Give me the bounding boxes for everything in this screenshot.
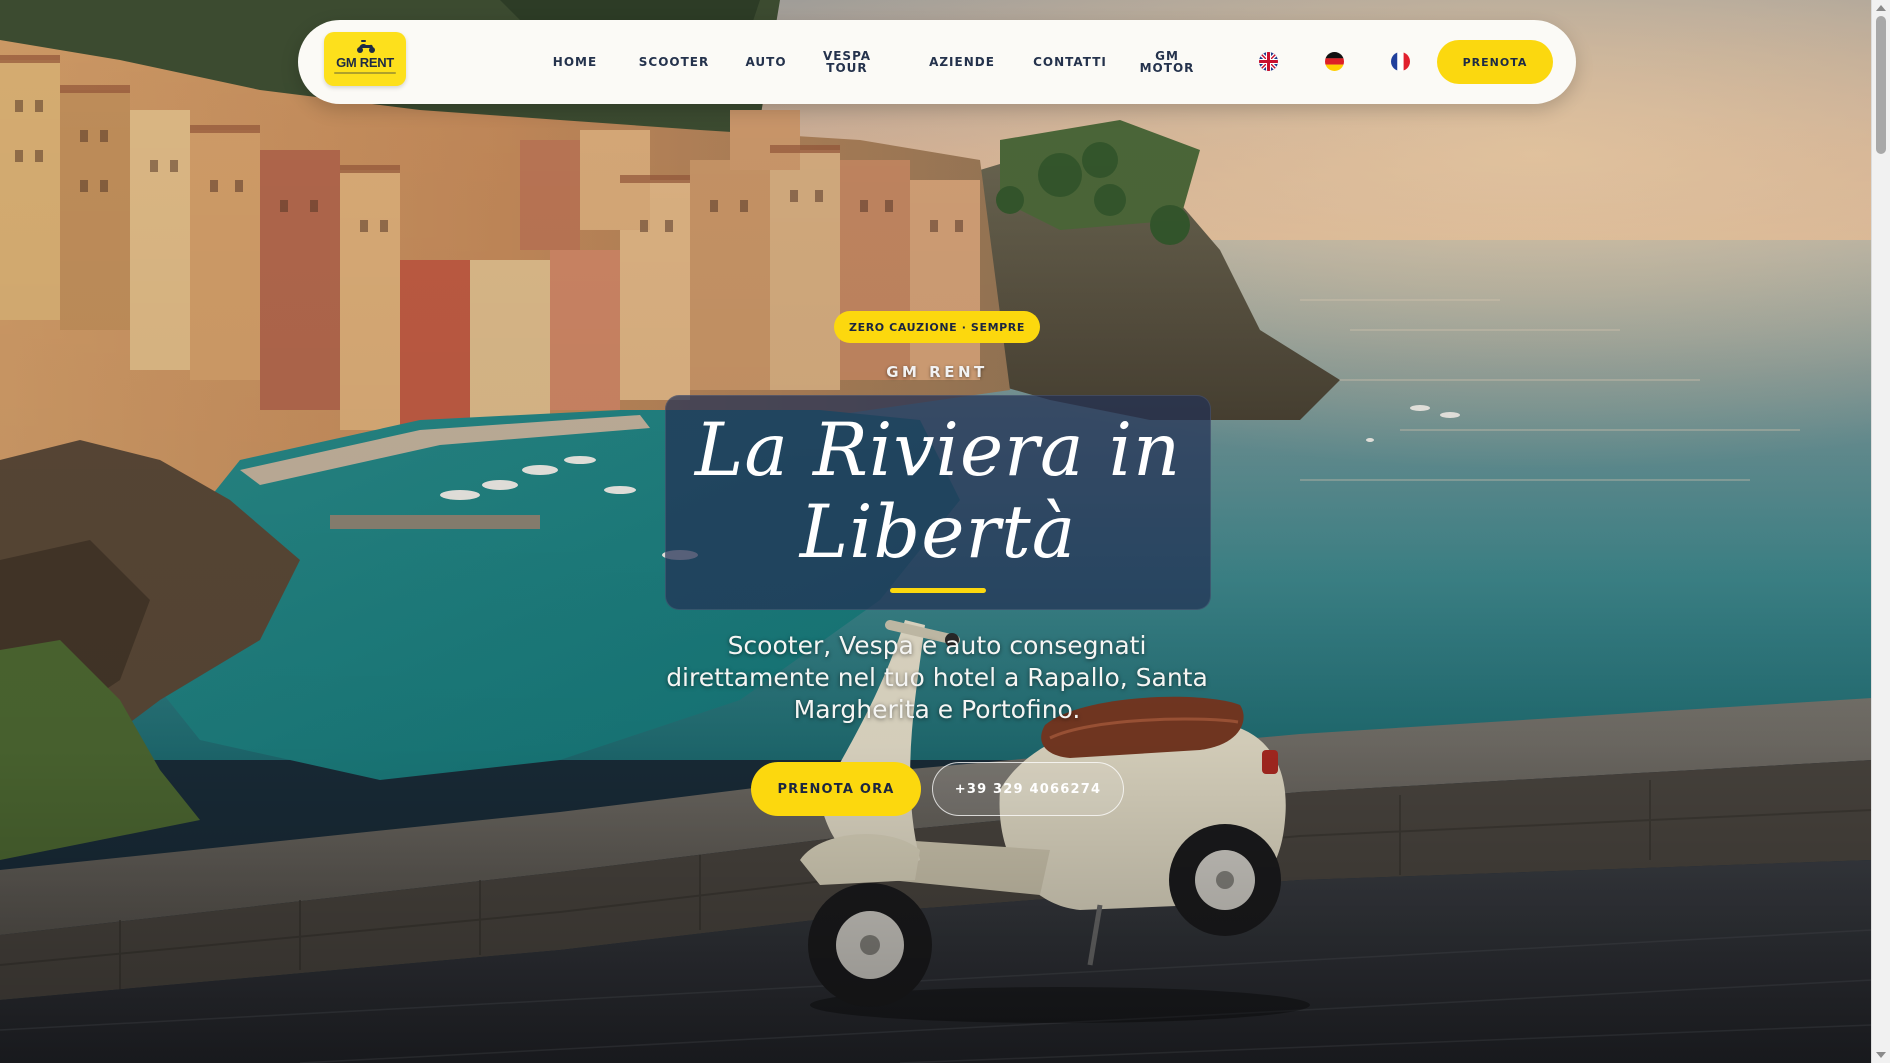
phone-button[interactable]: +39 329 4066274: [932, 762, 1124, 816]
nav-scooter[interactable]: SCOOTER: [618, 20, 730, 104]
nav-auto[interactable]: AUTO: [718, 20, 814, 104]
page: GM RENT HOME SCOOTER AUTO VESPA TOUR AZI…: [0, 0, 1890, 1063]
nav-home[interactable]: HOME: [528, 20, 622, 104]
book-now-button[interactable]: PRENOTA ORA: [751, 762, 921, 816]
hero-title: La Riviera in Libertà: [694, 408, 1182, 575]
nav-gm-motor[interactable]: GM MOTOR: [1124, 20, 1210, 104]
hero-subtitle: Scooter, Vespa e auto consegnati diretta…: [666, 631, 1208, 724]
scrollbar-thumb[interactable]: [1876, 16, 1886, 154]
logo[interactable]: GM RENT: [324, 32, 406, 86]
germany-flag-icon[interactable]: [1325, 52, 1344, 71]
book-button[interactable]: PRENOTA: [1437, 40, 1553, 84]
zero-deposit-badge: ZERO CAUZIONE · SEMPRE: [834, 311, 1040, 343]
vertical-scrollbar[interactable]: [1871, 0, 1890, 1063]
hero-title-panel: La Riviera in Libertà: [665, 395, 1211, 610]
nav-contatti[interactable]: CONTATTI: [1008, 20, 1132, 104]
scroll-down-arrow-icon[interactable]: [1876, 1052, 1886, 1058]
nav-vespa-tour[interactable]: VESPA TOUR: [804, 20, 890, 104]
logo-tagline-line: [334, 72, 396, 74]
hero-brand: GM RENT: [886, 363, 988, 381]
scroll-up-arrow-icon[interactable]: [1876, 5, 1886, 11]
top-navbar: GM RENT HOME SCOOTER AUTO VESPA TOUR AZI…: [298, 20, 1576, 104]
france-flag-icon[interactable]: [1391, 52, 1410, 71]
title-underline: [890, 588, 986, 593]
uk-flag-icon[interactable]: [1259, 52, 1278, 71]
scooter-icon: [357, 40, 375, 53]
logo-text: GM RENT: [336, 55, 394, 70]
nav-aziende[interactable]: AZIENDE: [898, 20, 1026, 104]
